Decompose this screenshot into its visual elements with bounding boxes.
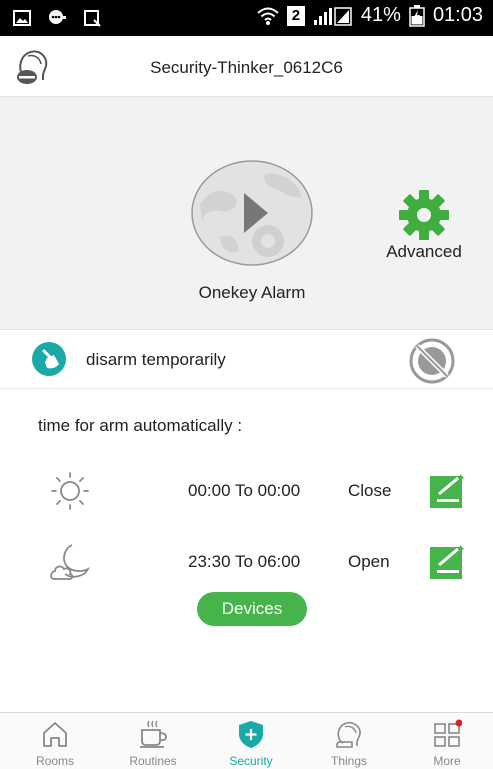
image-notification-icon — [13, 10, 31, 26]
schedule-title: time for arm automatically : — [38, 416, 243, 435]
nav-item-more[interactable]: More — [398, 713, 493, 769]
sun-icon — [51, 472, 89, 510]
nav-item-rooms[interactable]: Rooms — [6, 713, 104, 769]
head-icon — [336, 721, 361, 748]
home-icon — [43, 722, 67, 747]
nav-item-security[interactable]: Security — [202, 713, 300, 769]
onekey-alarm-label: Onekey Alarm — [198, 283, 306, 302]
gear-watermark — [252, 225, 284, 257]
schedule-state-day: Close — [348, 481, 392, 500]
disarm-row: disarm temporarily — [0, 330, 493, 389]
alarm-panel: Onekey Alarm Advanced — [0, 96, 493, 330]
gear-icon[interactable] — [398, 189, 450, 241]
schedule-time-night: 23:30 To 06:00 — [188, 552, 301, 571]
clock: 01:03 — [432, 4, 483, 26]
chat-notification-icon — [49, 10, 66, 24]
schedule-row-day: 00:00 To 00:00 Close — [0, 466, 493, 516]
nav-item-routines[interactable]: Routines — [104, 713, 202, 769]
page-title: Security-Thinker_0612C6 — [150, 58, 343, 77]
wifi-icon — [257, 7, 279, 25]
moon-cloud-icon — [50, 544, 91, 580]
sim-slot-badge: 2 — [286, 5, 305, 26]
nav-item-things[interactable]: Things — [300, 713, 398, 769]
schedule-time-day: 00:00 To 00:00 — [188, 481, 301, 500]
schedule-row-night: 23:30 To 06:00 Open — [0, 537, 493, 587]
schedule-state-night: Open — [348, 552, 390, 571]
disarm-toggle-icon[interactable] — [408, 337, 456, 385]
status-bar-system: 2 41% 01:03 — [257, 4, 483, 27]
edit-icon[interactable] — [430, 472, 466, 508]
grid-icon — [434, 719, 462, 747]
app-header: Security-Thinker_0612C6 — [0, 36, 493, 96]
status-bar: 2 41% 01:03 — [0, 0, 493, 36]
signal-strength-icon — [313, 6, 352, 26]
disarm-label: disarm temporarily — [86, 350, 226, 369]
cast-notification-icon — [84, 10, 101, 27]
broom-icon — [32, 342, 66, 376]
notification-badge — [455, 719, 462, 727]
nav-label-security: Security — [229, 754, 273, 768]
status-bar-notifications — [12, 8, 102, 28]
onekey-alarm-button[interactable] — [190, 159, 314, 267]
battery-icon — [409, 4, 425, 27]
devices-button[interactable]: Devices — [197, 592, 307, 626]
edit-icon[interactable] — [430, 543, 466, 579]
nav-label-things: Things — [330, 754, 368, 768]
nav-label-more: More — [433, 754, 461, 768]
battery-percent: 41% — [360, 4, 401, 26]
coffee-cup-icon — [140, 720, 167, 748]
shield-plus-icon — [239, 721, 263, 748]
nav-label-rooms: Rooms — [35, 754, 74, 768]
bottom-nav: Rooms Routines Security Things More — [0, 712, 493, 769]
advanced-label[interactable]: Advanced — [372, 242, 476, 262]
nav-label-routines: Routines — [129, 754, 177, 768]
